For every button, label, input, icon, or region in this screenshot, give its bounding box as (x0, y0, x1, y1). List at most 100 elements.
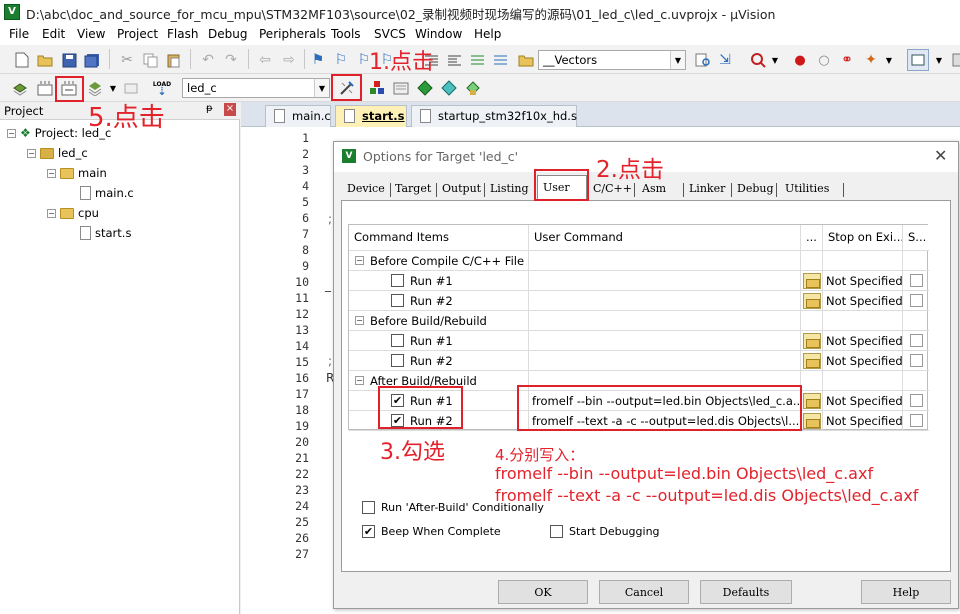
menu-view[interactable]: View (77, 27, 105, 41)
tree-item-start-s[interactable]: start.s (80, 224, 131, 242)
tab-device[interactable]: Device (342, 179, 390, 199)
tab-startup-file[interactable]: startup_stm32f10x_hd.s (411, 105, 577, 127)
stop-on-exit-cell[interactable]: Not Specified (823, 331, 903, 351)
collapse-icon[interactable]: − (355, 376, 364, 385)
pack-installer-icon[interactable] (414, 77, 436, 99)
manage-components-icon[interactable] (366, 77, 388, 99)
translate-icon[interactable] (9, 77, 31, 99)
browse-folder-icon[interactable] (802, 332, 821, 349)
undo-icon[interactable]: ↶ (197, 49, 219, 71)
copy-icon[interactable] (139, 49, 161, 71)
menu-help[interactable]: Help (474, 27, 501, 41)
help-button[interactable]: Help (861, 580, 951, 604)
chevron-down-icon[interactable]: ▼ (670, 51, 685, 69)
stop-build-icon[interactable] (120, 77, 142, 99)
open-file-icon[interactable] (34, 49, 56, 71)
incremental-find-icon[interactable]: ⇲ (714, 49, 736, 71)
tab-linker[interactable]: Linker (684, 179, 730, 199)
browse-folder-icon[interactable] (802, 272, 821, 289)
menu-debug[interactable]: Debug (208, 27, 247, 41)
user-command-cell[interactable] (529, 331, 801, 351)
header-s[interactable]: S... (903, 225, 929, 251)
start-debugging-checkbox[interactable] (550, 525, 563, 538)
menu-svcs[interactable]: SVCS (374, 27, 406, 41)
grid-command-row[interactable]: Run #2 Not Specified (349, 351, 929, 371)
collapse-icon[interactable]: − (27, 148, 36, 158)
grid-group-row[interactable]: − Before Build/Rebuild (349, 311, 929, 331)
menu-project[interactable]: Project (117, 27, 158, 41)
window-layout-icon[interactable] (907, 49, 929, 71)
menu-window[interactable]: Window (415, 27, 462, 41)
chevron-down-icon[interactable]: ▼ (764, 49, 786, 71)
unindent-icon[interactable] (443, 49, 465, 71)
run-checkbox[interactable] (391, 354, 404, 367)
tab-target[interactable]: Target (390, 179, 436, 199)
find-in-files-icon[interactable] (515, 49, 537, 71)
s-checkbox[interactable] (909, 274, 923, 287)
ok-button[interactable]: OK (498, 580, 588, 604)
user-command-cell[interactable] (529, 271, 801, 291)
menu-file[interactable]: File (9, 27, 29, 41)
navigate-forward-icon[interactable]: ⇨ (278, 49, 300, 71)
select-software-packs-icon[interactable] (438, 77, 460, 99)
stop-on-exit-cell[interactable]: Not Specified (823, 291, 903, 311)
tab-listing[interactable]: Listing (485, 179, 534, 199)
defaults-button[interactable]: Defaults (700, 580, 792, 604)
pin-icon[interactable]: ᵽ (206, 103, 213, 114)
collapse-icon[interactable]: − (47, 208, 56, 218)
run-checkbox[interactable] (391, 334, 404, 347)
chevron-down-icon[interactable]: ▼ (314, 79, 329, 97)
browse-folder-icon[interactable] (802, 392, 821, 409)
beep-checkbox[interactable]: ✔ (362, 525, 375, 538)
tab-main-c[interactable]: main.c (265, 105, 331, 127)
navigate-back-icon[interactable]: ⇦ (254, 49, 276, 71)
menu-tools[interactable]: Tools (331, 27, 361, 41)
start-debugging[interactable]: Start Debugging (550, 525, 660, 538)
menu-edit[interactable]: Edit (42, 27, 65, 41)
tree-item-target[interactable]: − led_c (27, 144, 88, 162)
build-icon[interactable] (34, 77, 56, 99)
function-combo[interactable]: __Vectors ▼ (538, 50, 686, 70)
s-checkbox[interactable] (909, 394, 923, 407)
find-icon[interactable] (692, 49, 714, 71)
collapse-icon[interactable]: − (7, 128, 16, 138)
cut-icon[interactable]: ✂ (116, 49, 138, 71)
browse-folder-icon[interactable] (802, 292, 821, 309)
run-checkbox[interactable] (391, 274, 404, 287)
browse-folder-icon[interactable] (802, 412, 821, 429)
grid-command-row[interactable]: Run #1 Not Specified (349, 331, 929, 351)
tree-item-group-cpu[interactable]: − cpu (47, 204, 99, 222)
run-after-build-checkbox[interactable] (362, 501, 375, 514)
save-all-icon[interactable] (81, 49, 103, 71)
s-checkbox[interactable] (909, 334, 923, 347)
save-icon[interactable] (58, 49, 80, 71)
menu-flash[interactable]: Flash (167, 27, 198, 41)
s-checkbox[interactable] (909, 354, 923, 367)
chevron-down-icon[interactable]: ▼ (878, 49, 900, 71)
tab-output[interactable]: Output (437, 179, 486, 199)
tree-item-group-main[interactable]: − main (47, 164, 107, 182)
s-checkbox[interactable] (909, 294, 923, 307)
collapse-icon[interactable]: − (355, 256, 364, 265)
user-command-cell[interactable] (529, 351, 801, 371)
tree-item-main-c[interactable]: main.c (80, 184, 134, 202)
stop-on-exit-cell[interactable]: Not Specified (823, 271, 903, 291)
stop-on-exit-cell[interactable]: Not Specified (823, 411, 903, 431)
header-browse[interactable]: ... (801, 225, 823, 251)
header-stop-on-exit[interactable]: Stop on Exi... (823, 225, 903, 251)
close-icon[interactable]: × (224, 103, 236, 116)
close-icon[interactable]: ✕ (934, 146, 947, 165)
user-command-cell[interactable] (529, 291, 801, 311)
menu-peripherals[interactable]: Peripherals (259, 27, 326, 41)
s-checkbox[interactable] (909, 414, 923, 427)
collapse-icon[interactable]: − (355, 316, 364, 325)
disable-all-breakpoints-icon[interactable]: ⚭ (836, 49, 858, 71)
target-combo[interactable]: led_c ▼ (182, 78, 330, 98)
grid-group-row[interactable]: − Before Compile C/C++ File (349, 251, 929, 271)
header-user-command[interactable]: User Command (529, 225, 801, 251)
browse-folder-icon[interactable] (802, 352, 821, 369)
event-recorder-icon[interactable] (462, 77, 484, 99)
tab-debug[interactable]: Debug (732, 179, 779, 199)
paste-icon[interactable] (162, 49, 184, 71)
file-extensions-icon[interactable] (390, 77, 412, 99)
